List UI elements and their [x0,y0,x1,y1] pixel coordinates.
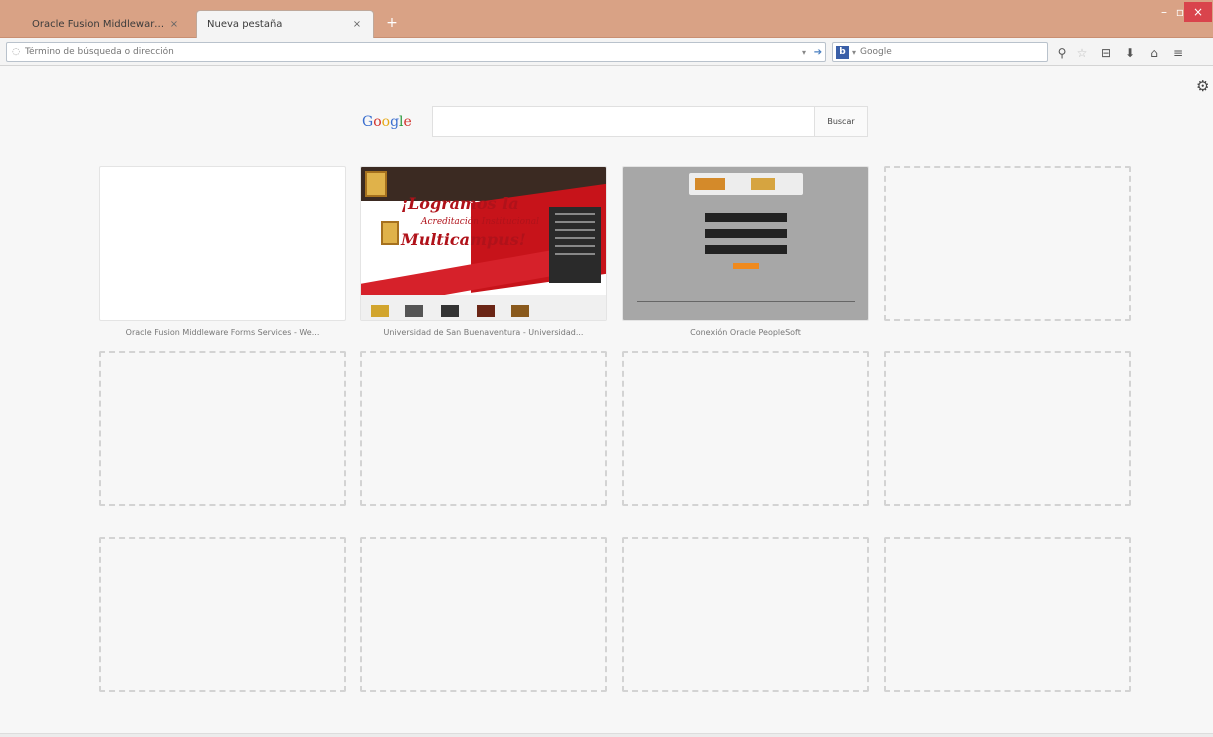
empty-tile [99,537,346,692]
google-search-input[interactable] [432,106,814,137]
gear-icon[interactable]: ⚙ [1196,78,1212,94]
tab-title: Nueva pestaña [207,19,283,30]
close-icon[interactable]: × [168,19,180,30]
navigation-toolbar: ◌ ▾ ➔ b ▾ ⚲ ☆ ⊟ ⬇ ⌂ ≡ [0,38,1213,66]
empty-tile [360,351,607,506]
thumbnail-header [689,173,803,195]
url-bar[interactable]: ◌ ▾ ➔ [6,42,826,62]
google-search-box: Google Buscar [362,106,868,137]
home-icon[interactable]: ⌂ [1144,44,1164,62]
site-thumbnail[interactable] [99,166,346,321]
top-site-tile[interactable]: Oracle Fusion Middleware Forms Services … [99,166,346,337]
tile-caption[interactable]: Oracle Fusion Middleware Forms Services … [99,328,346,337]
empty-tile [884,537,1131,692]
google-logo: Google [362,114,432,130]
menu-icon[interactable]: ≡ [1168,44,1188,62]
crest-icon [365,171,387,197]
chevron-down-icon[interactable]: ▾ [797,48,811,57]
close-window-button[interactable]: × [1184,2,1212,22]
empty-tile [622,537,869,692]
logo-letter: e [403,113,412,130]
tab-strip: Oracle Fusion Middleware For... × Nueva … [0,0,1213,38]
logo-letter: o [381,113,391,130]
site-thumbnail[interactable] [622,166,869,321]
thumbnail-field [705,245,787,254]
thumbnail-headline: ¡Logramos la Acreditación Institucional Mu… [401,194,540,249]
go-icon[interactable]: ➔ [811,47,825,58]
new-tab-button[interactable]: + [382,14,402,32]
status-strip [0,733,1213,737]
empty-tile [360,537,607,692]
empty-tile [622,351,869,506]
search-engine-icon[interactable]: b [836,45,849,59]
bookmarks-icon[interactable]: ⊟ [1096,44,1116,62]
tab-nueva-pestana[interactable]: Nueva pestaña × [196,10,374,38]
empty-tile [99,351,346,506]
site-thumbnail[interactable]: ¡Logramos la Acreditación Institucional Mu… [360,166,607,321]
thumbnail-menu [549,207,601,283]
thumbnail-button [733,263,759,269]
tab-title: Oracle Fusion Middleware For... [32,18,168,30]
empty-tile [884,166,1131,321]
thumbnail-field [705,229,787,238]
search-bar[interactable]: b ▾ [832,42,1048,62]
logo-letter: o [373,113,382,130]
site-identity-icon[interactable]: ◌ [7,47,25,57]
tile-caption[interactable]: Universidad de San Buenaventura - Univer… [360,328,607,337]
thumbnail-field [705,213,787,222]
top-site-tile[interactable]: Conexión Oracle PeopleSoft [622,166,869,337]
crest-icon [381,221,399,245]
download-icon[interactable]: ⬇ [1120,44,1140,62]
logo-letter: g [390,113,400,130]
search-button[interactable]: Buscar [814,106,868,137]
tile-caption[interactable]: Conexión Oracle PeopleSoft [622,328,869,337]
empty-tile [884,351,1131,506]
star-icon[interactable]: ☆ [1072,44,1092,62]
url-input[interactable] [25,47,797,57]
close-icon[interactable]: × [351,19,363,30]
chevron-down-icon[interactable]: ▾ [852,48,856,57]
logo-letter: G [362,113,374,130]
tab-oracle-fusion[interactable]: Oracle Fusion Middleware For... × [22,10,190,38]
top-site-tile[interactable]: ¡Logramos la Acreditación Institucional Mu… [360,166,607,337]
search-input[interactable] [860,47,1047,57]
search-icon[interactable]: ⚲ [1052,44,1072,62]
